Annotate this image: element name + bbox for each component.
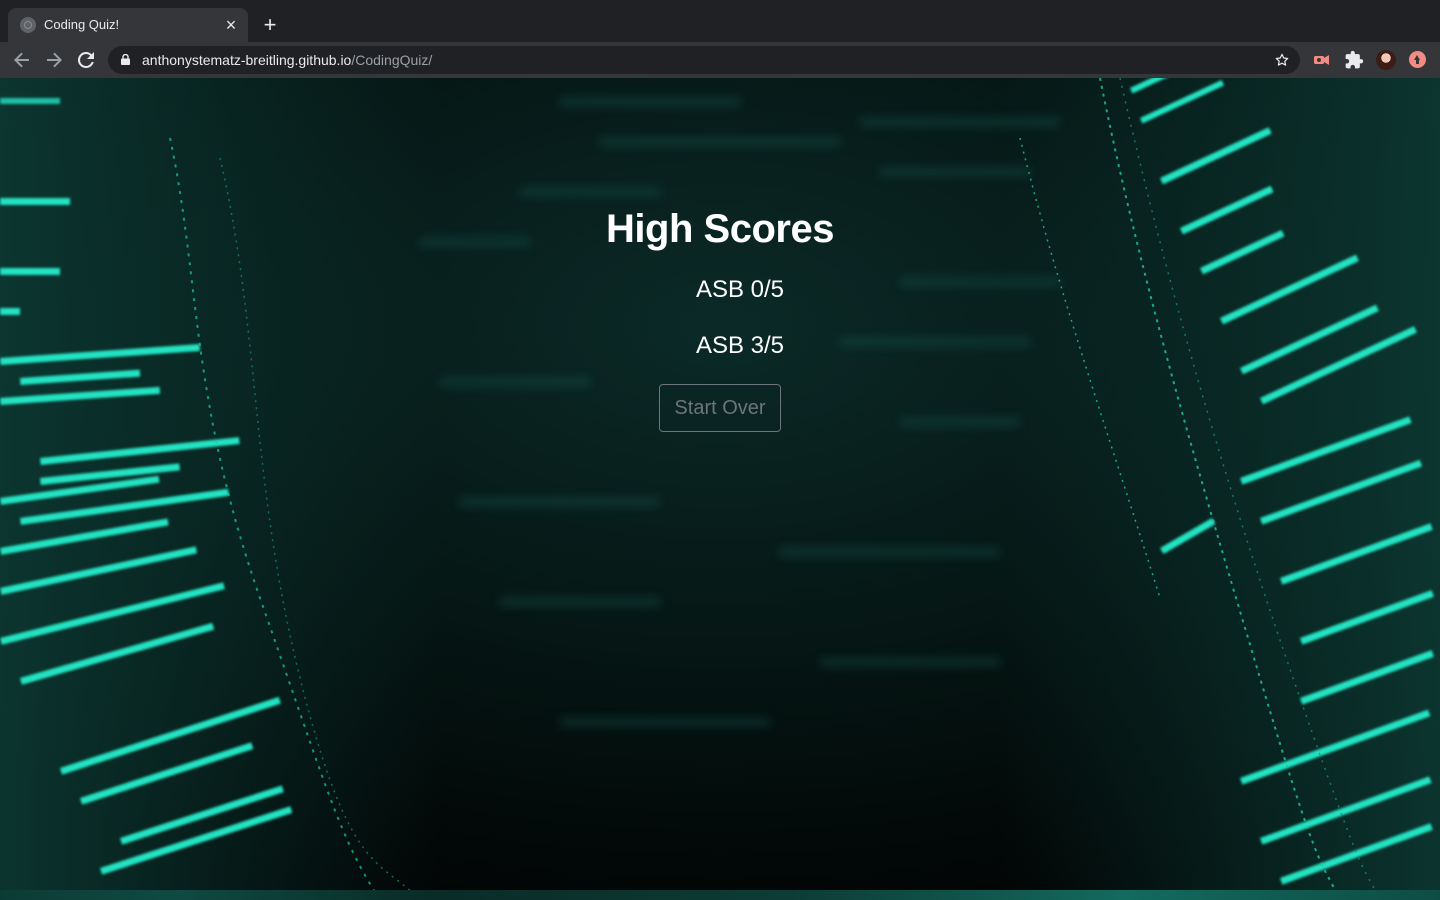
arrow-right-icon — [47, 52, 62, 68]
tab-strip: Coding Quiz! × + — [0, 0, 1440, 42]
score-entry: ASB 0/5 — [695, 276, 785, 303]
high-scores-section: High Scores ASB 0/5 ASB 3/5 Start Over — [0, 78, 1440, 900]
address-bar[interactable]: anthonystematz-breitling.github.io/Codin… — [108, 46, 1300, 74]
page-viewport: High Scores ASB 0/5 ASB 3/5 Start Over — [0, 78, 1440, 900]
browser-window: Coding Quiz! × + anthonystematz-breitlin… — [0, 0, 1440, 900]
lock-icon — [121, 54, 130, 65]
toolbar: anthonystematz-breitling.github.io/Codin… — [0, 42, 1440, 78]
back-button[interactable] — [10, 48, 34, 72]
globe-icon — [20, 17, 36, 33]
score-entry: ASB 3/5 — [695, 332, 785, 359]
new-tab-button[interactable]: + — [258, 14, 282, 38]
url-path: /CodingQuiz/ — [351, 52, 433, 68]
start-over-button[interactable]: Start Over — [659, 384, 781, 432]
reload-button[interactable] — [74, 48, 98, 72]
tab-title: Coding Quiz! — [44, 17, 120, 32]
url-text: anthonystematz-breitling.github.io/Codin… — [142, 52, 432, 68]
close-icon[interactable]: × — [222, 16, 240, 34]
page-title: High Scores — [606, 207, 834, 251]
update-icon[interactable] — [1409, 51, 1426, 68]
background-bottom-strip — [0, 890, 1440, 900]
tab-coding-quiz[interactable]: Coding Quiz! × — [8, 8, 248, 42]
screen-record-extension-icon[interactable] — [1312, 50, 1332, 70]
arrow-left-icon — [14, 52, 29, 68]
star-icon[interactable] — [1274, 52, 1290, 68]
reload-icon — [77, 51, 94, 68]
url-host: anthonystematz-breitling.github.io — [142, 52, 352, 68]
profile-avatar[interactable] — [1376, 50, 1396, 70]
extensions-puzzle-icon[interactable] — [1344, 50, 1364, 70]
forward-button[interactable] — [42, 48, 66, 72]
